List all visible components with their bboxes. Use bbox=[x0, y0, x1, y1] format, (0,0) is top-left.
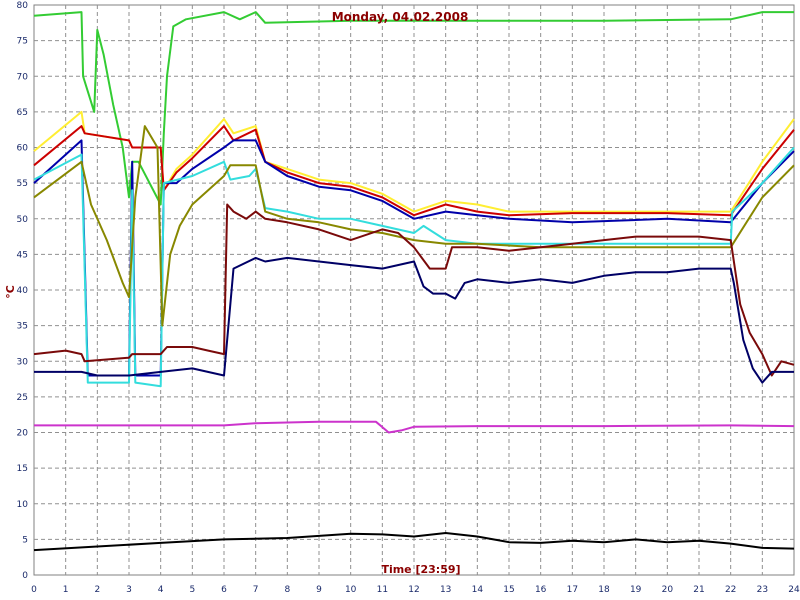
x-tick-label: 5 bbox=[189, 585, 195, 595]
y-tick-label: 35 bbox=[17, 322, 28, 332]
x-tick-label: 7 bbox=[253, 585, 259, 595]
x-tick-label: 9 bbox=[316, 585, 322, 595]
y-tick-label: 10 bbox=[17, 500, 29, 510]
y-tick-label: 75 bbox=[17, 37, 28, 47]
y-tick-labels: 0 5 10 15 20 25 30 35 40 45 50 55 60 65 70 75 80 bbox=[17, 1, 29, 581]
y-tick-label: 55 bbox=[17, 179, 28, 189]
y-tick-label: 80 bbox=[17, 1, 29, 11]
x-tick-label: 8 bbox=[284, 585, 290, 595]
y-tick-label: 70 bbox=[17, 72, 29, 82]
x-tick-label: 11 bbox=[377, 585, 388, 595]
x-tick-label: 15 bbox=[503, 585, 514, 595]
y-tick-label: 0 bbox=[22, 571, 28, 581]
x-tick-label: 2 bbox=[94, 585, 100, 595]
x-tick-labels: 0 1 2 3 4 5 6 7 8 9 10 11 12 13 14 15 16 17 18 19 20 21 22 23 24 bbox=[31, 585, 800, 595]
y-tick-label: 25 bbox=[17, 393, 28, 403]
y-tick-label: 20 bbox=[17, 429, 29, 439]
x-tick-label: 20 bbox=[662, 585, 674, 595]
x-tick-label: 3 bbox=[126, 585, 132, 595]
y-tick-label: 50 bbox=[17, 215, 29, 225]
y-tick-label: 40 bbox=[17, 286, 29, 296]
y-tick-label: 65 bbox=[17, 108, 28, 118]
x-tick-label: 16 bbox=[535, 585, 547, 595]
x-tick-label: 0 bbox=[31, 585, 37, 595]
y-tick-label: 5 bbox=[22, 535, 28, 545]
x-tick-label: 19 bbox=[630, 585, 642, 595]
y-tick-label: 45 bbox=[17, 250, 28, 260]
y-tick-label: 15 bbox=[17, 464, 28, 474]
x-tick-label: 13 bbox=[440, 585, 451, 595]
temperature-chart: 05101520253035404550556065707580 0123456… bbox=[4, 1, 800, 595]
x-tick-label: 12 bbox=[408, 585, 419, 595]
x-tick-label: 18 bbox=[598, 585, 610, 595]
x-tick-label: 24 bbox=[788, 585, 800, 595]
x-tick-label: 4 bbox=[158, 585, 164, 595]
y-tick-label: 30 bbox=[17, 357, 29, 367]
x-tick-label: 22 bbox=[725, 585, 736, 595]
x-tick-label: 14 bbox=[472, 585, 484, 595]
y-tick-label: 60 bbox=[17, 144, 29, 154]
x-tick-label: 21 bbox=[693, 585, 704, 595]
x-tick-label: 10 bbox=[345, 585, 357, 595]
x-tick-label: 6 bbox=[221, 585, 227, 595]
y-axis-title: °C bbox=[4, 285, 17, 299]
x-axis-title: Time [23:59] bbox=[381, 563, 460, 576]
x-tick-label: 17 bbox=[567, 585, 578, 595]
chart-title: Monday, 04.02.2008 bbox=[332, 10, 469, 24]
x-tick-label: 1 bbox=[63, 585, 69, 595]
x-tick-label: 23 bbox=[757, 585, 768, 595]
